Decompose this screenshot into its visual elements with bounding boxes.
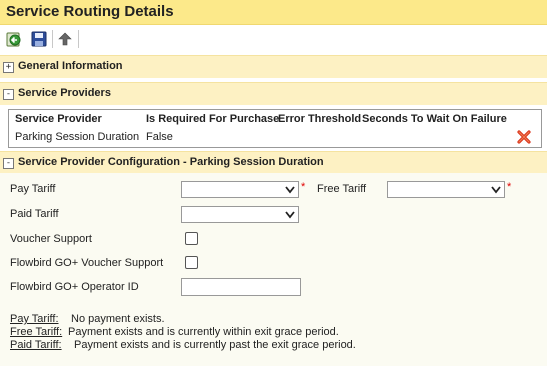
flowbird-voucher-support-checkbox[interactable]	[185, 256, 198, 269]
flowbird-voucher-support-label: Flowbird GO+ Voucher Support	[10, 257, 164, 269]
column-header[interactable]: Error Threshold	[278, 113, 361, 125]
service-provider-cell[interactable]: Parking Session Duration	[15, 131, 139, 143]
section-label: General Information	[18, 60, 123, 72]
up-arrow-icon	[58, 32, 72, 46]
legend-description: Payment exists and is currently within e…	[68, 326, 339, 338]
is-required-cell[interactable]: False	[146, 131, 173, 143]
free-tariff-label: Free Tariff	[317, 183, 367, 195]
paid-tariff-select[interactable]	[181, 206, 299, 223]
toolbar-separator	[52, 30, 53, 48]
pay-tariff-select[interactable]	[181, 181, 299, 198]
up-button[interactable]	[57, 31, 73, 47]
pay-tariff-label: Pay Tariff	[10, 183, 56, 195]
chevron-down-icon	[285, 211, 295, 219]
save-icon	[31, 31, 47, 47]
section-service-providers[interactable]: - Service Providers	[0, 82, 547, 105]
column-header[interactable]: Is Required For Purchase	[146, 113, 279, 125]
collapse-icon[interactable]: -	[3, 158, 14, 169]
toolbar	[0, 25, 547, 53]
collapse-icon[interactable]: -	[3, 89, 14, 100]
voucher-support-label: Voucher Support	[10, 233, 92, 245]
required-marker: *	[507, 181, 512, 193]
operator-id-label: Flowbird GO+ Operator ID	[10, 281, 139, 293]
free-tariff-select[interactable]	[387, 181, 505, 198]
legend-term: Pay Tariff:	[10, 313, 59, 325]
required-marker: *	[301, 181, 306, 193]
section-general-information[interactable]: + General Information	[0, 55, 547, 78]
save-button[interactable]	[31, 31, 47, 47]
toolbar-separator	[78, 30, 79, 48]
page-title: Service Routing Details	[6, 3, 174, 20]
section-label: Service Provider Configuration - Parking…	[18, 156, 324, 168]
back-icon	[6, 32, 21, 47]
paid-tariff-label: Paid Tariff	[10, 208, 59, 220]
legend-term: Paid Tariff:	[10, 339, 62, 351]
delete-icon[interactable]	[517, 130, 531, 144]
legend-term: Free Tariff:	[10, 326, 63, 338]
service-providers-table: Service Provider Is Required For Purchas…	[8, 109, 542, 148]
section-provider-configuration[interactable]: - Service Provider Configuration - Parki…	[0, 151, 547, 174]
back-button[interactable]	[6, 31, 22, 47]
voucher-support-checkbox[interactable]	[185, 232, 198, 245]
expand-icon[interactable]: +	[3, 62, 14, 73]
column-header[interactable]: Service Provider	[15, 113, 102, 125]
section-label: Service Providers	[18, 87, 111, 99]
operator-id-input[interactable]	[181, 278, 301, 296]
chevron-down-icon	[491, 186, 501, 194]
title-bar: Service Routing Details	[0, 0, 547, 25]
column-header[interactable]: Seconds To Wait On Failure	[362, 113, 507, 125]
chevron-down-icon	[285, 186, 295, 194]
legend-description: No payment exists.	[71, 313, 165, 325]
legend-description: Payment exists and is currently past the…	[74, 339, 356, 351]
